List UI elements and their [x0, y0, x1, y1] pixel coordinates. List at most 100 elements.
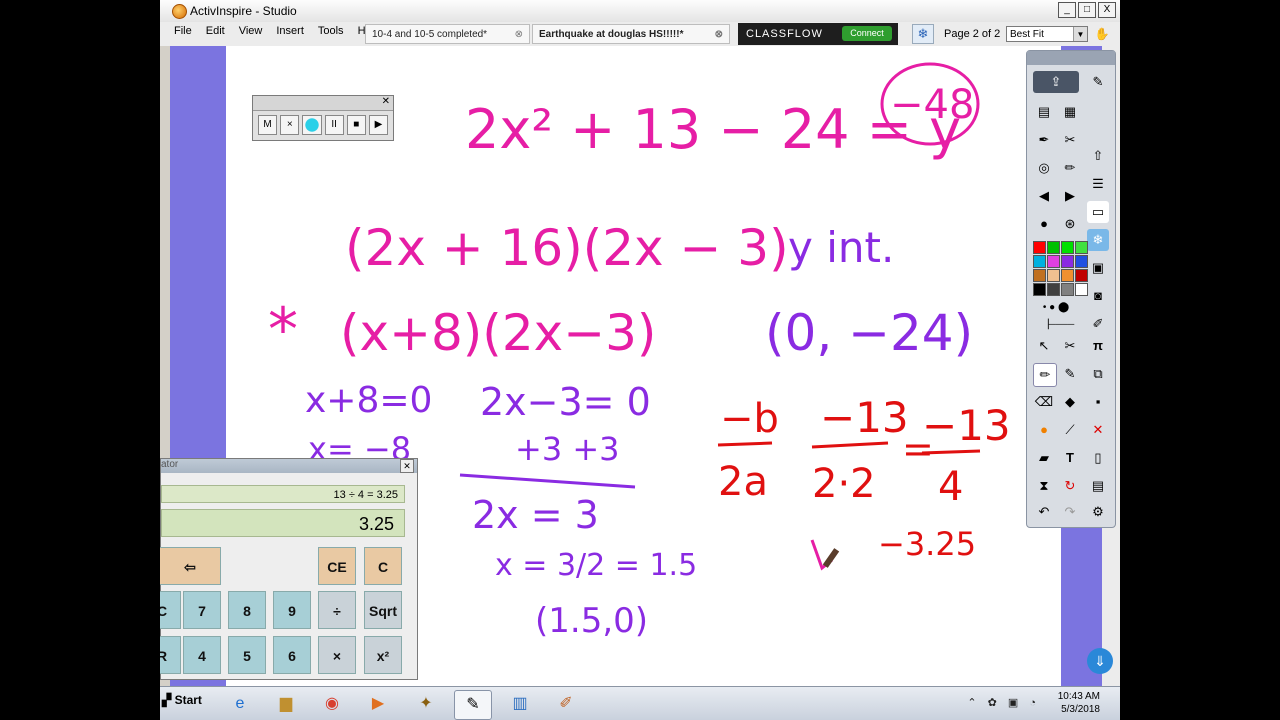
activinspire-taskbar-icon[interactable]: ✦: [408, 690, 444, 718]
color-swatch-orange[interactable]: [1061, 269, 1074, 282]
color-swatch-red[interactable]: [1033, 241, 1046, 254]
highlighter-icon[interactable]: ✐: [1087, 313, 1109, 335]
media-player-icon[interactable]: ▶: [360, 690, 396, 718]
copy-icon[interactable]: ⧉: [1087, 363, 1109, 385]
eraser-tool-icon[interactable]: ✂: [1059, 129, 1081, 151]
equation-x-equals: x = 3/2 = 1.5: [495, 548, 697, 583]
close-icon[interactable]: ✕: [400, 459, 414, 473]
play-circle-icon[interactable]: ●: [1033, 213, 1055, 235]
text-tool-icon[interactable]: T: [1059, 447, 1081, 469]
paint-app-icon[interactable]: ✐: [548, 690, 584, 718]
delete-icon[interactable]: ✕: [1087, 419, 1109, 441]
export-icon[interactable]: ⇪: [1033, 71, 1079, 93]
eraser-icon[interactable]: ⌫: [1033, 391, 1055, 413]
image-icon[interactable]: ▣: [1087, 257, 1109, 279]
clear-button[interactable]: C: [364, 547, 402, 585]
color-swatch-green[interactable]: [1047, 241, 1060, 254]
studio-taskbar-icon[interactable]: ✎: [454, 690, 492, 720]
marker-icon[interactable]: ✏: [1059, 157, 1081, 179]
save-icon[interactable]: ▪: [1087, 391, 1109, 413]
fill-icon[interactable]: ◆: [1059, 391, 1081, 413]
color-swatch-gray[interactable]: [1061, 283, 1074, 296]
pi-icon[interactable]: π: [1087, 335, 1109, 357]
color-swatch-dark-gray[interactable]: [1047, 283, 1060, 296]
camera-icon[interactable]: ◙: [1087, 285, 1109, 307]
next-page-icon[interactable]: ▶: [1059, 185, 1081, 207]
file-explorer-icon[interactable]: ▆: [268, 690, 304, 718]
pause-button[interactable]: II: [324, 115, 344, 135]
pen-cursor: [810, 539, 840, 571]
upload-icon[interactable]: ⇧: [1087, 145, 1109, 167]
system-tray[interactable]: ⌃ ✿ ▣ ◔: [967, 696, 1040, 709]
multiply-button[interactable]: ×: [318, 636, 356, 674]
key-4[interactable]: 4: [183, 636, 221, 674]
chrome-icon[interactable]: ◉: [314, 690, 350, 718]
reset-icon[interactable]: ↻: [1059, 475, 1081, 497]
color-swatch-lime[interactable]: [1061, 241, 1074, 254]
memory-clear-button[interactable]: C: [160, 591, 181, 629]
mute-button[interactable]: M: [258, 115, 278, 135]
color-swatch-light-green[interactable]: [1075, 241, 1088, 254]
fit-icon[interactable]: ✎: [1087, 71, 1109, 93]
factored-line-1: (2x + 16)(2x − 3): [345, 219, 789, 277]
previous-page-icon[interactable]: ◀: [1033, 185, 1055, 207]
calculator-titlebar: ator ✕: [161, 459, 417, 473]
color-swatch-black[interactable]: [1033, 283, 1046, 296]
color-swatch-magenta[interactable]: [1047, 255, 1060, 268]
width-slider[interactable]: ▕────: [1033, 313, 1083, 335]
recorder-titlebar: ✕: [253, 96, 393, 111]
timer-icon[interactable]: ⧗: [1033, 475, 1055, 497]
settings-icon[interactable]: ⚙: [1087, 501, 1109, 523]
tools-icon[interactable]: ✂: [1059, 335, 1081, 357]
start-button[interactable]: ▞ Start: [162, 693, 202, 707]
flipchart-icon[interactable]: ▦: [1059, 101, 1081, 123]
record-button[interactable]: [302, 115, 322, 135]
factored-line-2: (x+8)(2x−3): [340, 304, 656, 362]
simplified-denominator: 4: [938, 464, 963, 510]
square-button[interactable]: x²: [364, 636, 402, 674]
stop-button[interactable]: ■: [346, 115, 366, 135]
highlighter-pen-icon[interactable]: ✎: [1059, 363, 1081, 385]
color-swatch-peach[interactable]: [1047, 269, 1060, 282]
color-swatch-brown[interactable]: [1033, 269, 1046, 282]
cancel-button[interactable]: ×: [280, 115, 300, 135]
clock-date: 5/3/2018: [1061, 704, 1100, 715]
play-button[interactable]: ▶: [368, 115, 389, 135]
key-5[interactable]: 5: [228, 636, 266, 674]
undo-icon[interactable]: ↶: [1033, 501, 1055, 523]
browser-icon[interactable]: ▤: [1033, 101, 1055, 123]
blank-page-icon[interactable]: ▭: [1087, 201, 1109, 223]
snowflake-tool-icon[interactable]: ❄: [1087, 229, 1109, 251]
memory-recall-button[interactable]: R: [160, 636, 181, 674]
ce-button[interactable]: CE: [318, 547, 356, 585]
color-swatch-cyan[interactable]: [1033, 255, 1046, 268]
backspace-button[interactable]: ⇦: [160, 547, 221, 585]
calculator-window: ator ✕ 13 ÷ 4 = 3.25 3.25 ⇦ CE C C 7 8 9…: [160, 458, 418, 680]
pen-tool-icon[interactable]: ✒: [1033, 129, 1055, 151]
key-9[interactable]: 9: [273, 591, 311, 629]
key-8[interactable]: 8: [228, 591, 266, 629]
fraction-bar-3: [921, 449, 981, 455]
document-icon[interactable]: ▤: [1087, 475, 1109, 497]
folder-icon[interactable]: ▰: [1033, 447, 1055, 469]
sqrt-button[interactable]: Sqrt: [364, 591, 402, 629]
close-icon[interactable]: ✕: [382, 96, 390, 107]
select-arrow-icon[interactable]: ↖: [1033, 335, 1055, 357]
divide-button[interactable]: ÷: [318, 591, 356, 629]
system-clock[interactable]: 10:43 AM 5/3/2018: [1058, 690, 1100, 716]
orbit-icon[interactable]: ⊛: [1059, 213, 1081, 235]
color-swatch-purple[interactable]: [1061, 255, 1074, 268]
toolbox-header: [1027, 51, 1115, 65]
page-icon[interactable]: ▯: [1087, 447, 1109, 469]
key-6[interactable]: 6: [273, 636, 311, 674]
network-app-icon[interactable]: ▥: [502, 690, 538, 718]
pen-active-icon[interactable]: ✏: [1033, 363, 1057, 387]
connector-icon[interactable]: ⟋: [1059, 419, 1081, 441]
layers-icon[interactable]: ☰: [1087, 173, 1109, 195]
key-7[interactable]: 7: [183, 591, 221, 629]
shape-icon[interactable]: ●: [1033, 419, 1055, 441]
page-down-icon[interactable]: ⇓: [1087, 648, 1113, 674]
redo-icon[interactable]: ↷: [1059, 501, 1081, 523]
internet-explorer-icon[interactable]: e: [222, 690, 258, 718]
globe-icon[interactable]: ◎: [1033, 157, 1055, 179]
